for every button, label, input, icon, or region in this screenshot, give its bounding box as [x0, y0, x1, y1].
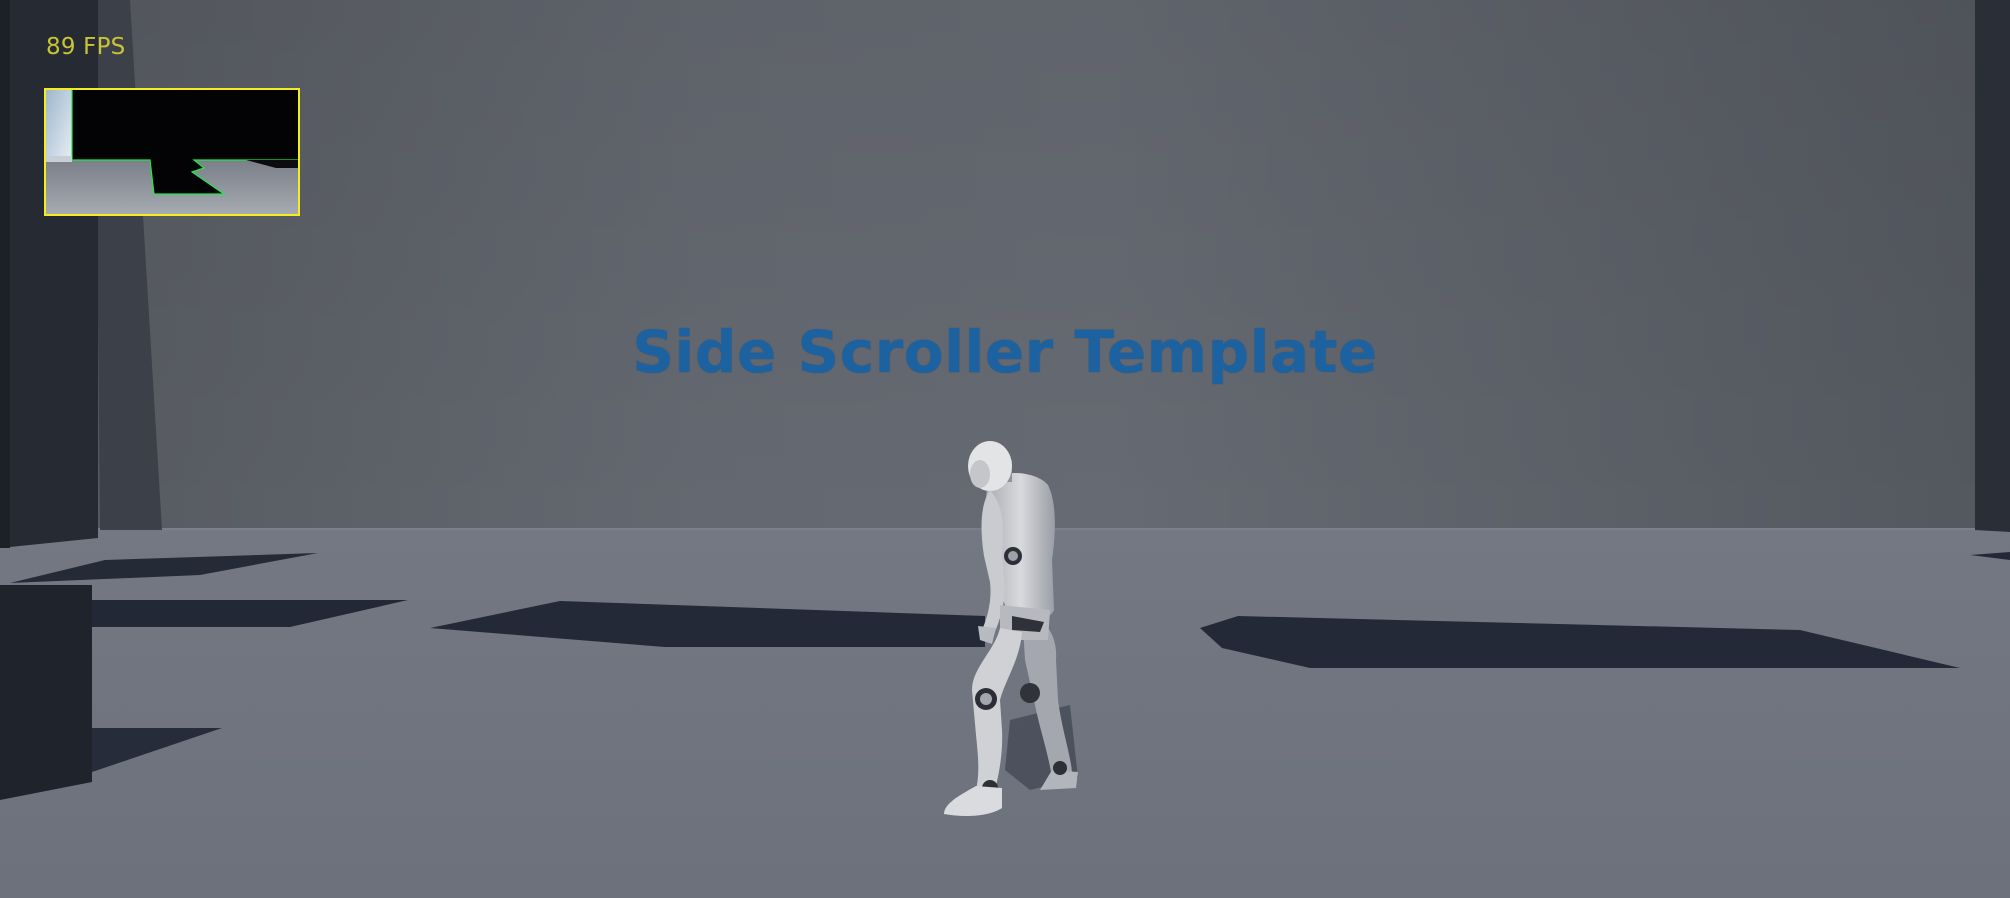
right-pillar	[1975, 0, 2010, 532]
wall-title-text: Side Scroller Template	[632, 318, 1378, 386]
level-scene	[0, 0, 2010, 898]
game-viewport[interactable]: 89 FPS Side Scroller Template	[0, 0, 2010, 898]
minimap	[44, 88, 300, 216]
minimap-view	[46, 90, 298, 214]
fps-counter: 89 FPS	[46, 34, 126, 60]
left-pillar	[0, 0, 98, 548]
left-block	[0, 585, 92, 800]
